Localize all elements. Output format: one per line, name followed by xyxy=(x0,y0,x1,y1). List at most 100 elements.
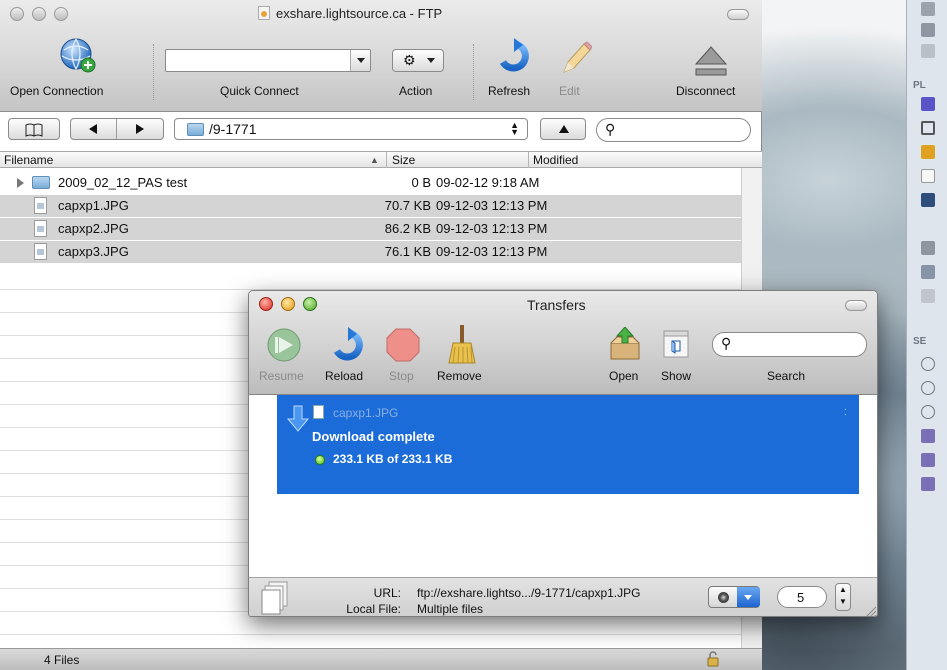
table-row[interactable]: capxp3.JPG 76.1 KB 09-12-03 12:13 PM xyxy=(0,241,741,263)
quick-connect-label: Quick Connect xyxy=(220,84,299,98)
resume-button[interactable]: Resume xyxy=(259,325,311,387)
chevron-down-icon xyxy=(427,58,435,63)
quick-connect-combobox[interactable] xyxy=(165,49,371,72)
disconnect-label: Disconnect xyxy=(676,84,736,98)
column-size[interactable]: Size xyxy=(392,153,415,167)
stop-label: Stop xyxy=(389,369,414,383)
action-menu-button[interactable]: ⚙ xyxy=(392,49,444,72)
stop-button[interactable]: Stop xyxy=(383,325,423,387)
file-size: 70.7 KB xyxy=(384,198,431,213)
back-forward-control xyxy=(70,118,164,140)
local-file-label: Local File: xyxy=(346,602,401,616)
forward-button[interactable] xyxy=(118,119,164,139)
toolbar-toggle-button[interactable] xyxy=(845,300,867,311)
file-modified: 09-12-03 12:13 PM xyxy=(436,221,548,236)
file-modified: 09-12-03 12:13 PM xyxy=(436,198,548,213)
table-row[interactable]: capxp2.JPG 86.2 KB 09-12-03 12:13 PM xyxy=(0,218,741,240)
column-separator[interactable] xyxy=(528,152,529,168)
file-list-header: Filename ▲ Size Modified xyxy=(0,151,762,168)
close-button[interactable] xyxy=(259,297,273,311)
transfer-progress: 233.1 KB of 233.1 KB xyxy=(333,452,453,466)
device-icon[interactable] xyxy=(921,44,935,58)
open-button[interactable]: Open xyxy=(605,325,645,387)
bandwidth-popup[interactable] xyxy=(708,586,760,608)
open-connection-button[interactable]: Open Connection xyxy=(8,34,138,102)
back-button[interactable] xyxy=(71,119,117,139)
pictures-icon[interactable] xyxy=(921,241,935,255)
combobox-arrow[interactable] xyxy=(350,50,370,71)
chevron-down-icon xyxy=(737,587,760,607)
disconnect-button[interactable]: Disconnect xyxy=(670,40,756,102)
column-filename[interactable]: Filename xyxy=(4,153,53,167)
stepper-down-icon[interactable]: ▼ xyxy=(839,597,847,606)
chevron-down-icon xyxy=(357,58,365,63)
toolbar-toggle-button[interactable] xyxy=(727,9,749,20)
clock-icon[interactable] xyxy=(921,357,935,371)
status-bar: 4 Files xyxy=(0,648,762,670)
document-icon xyxy=(258,6,270,20)
smart-folder-icon[interactable] xyxy=(921,429,935,443)
edit-label: Edit xyxy=(559,84,580,98)
eject-icon xyxy=(694,46,728,76)
window-title: Transfers xyxy=(527,297,586,313)
refresh-button[interactable]: Refresh xyxy=(484,36,544,102)
minimize-button[interactable] xyxy=(281,297,295,311)
transfers-search-field[interactable]: ⚲ xyxy=(712,332,867,357)
globe-icon xyxy=(60,38,96,73)
local-file-value: Multiple files xyxy=(417,602,484,616)
bookmarks-button[interactable] xyxy=(8,118,60,140)
path-popup[interactable]: /9-1771 ▲ ▼ xyxy=(174,118,528,140)
column-separator[interactable] xyxy=(386,152,387,168)
table-row[interactable]: capxp1.JPG 70.7 KB 09-12-03 12:13 PM xyxy=(0,195,741,217)
home-icon[interactable] xyxy=(921,121,935,135)
search-icon: ⚲ xyxy=(605,121,616,137)
file-name: capxp1.JPG xyxy=(58,198,129,213)
show-button[interactable]: Show xyxy=(657,325,697,387)
smart-folder-icon[interactable] xyxy=(921,477,935,491)
file-name: capxp3.JPG xyxy=(58,244,129,259)
sort-ascending-icon: ▲ xyxy=(370,155,379,165)
table-row[interactable]: 2009_02_12_PAS test 0 B 09-02-12 9:18 AM xyxy=(0,172,741,194)
minimize-button[interactable] xyxy=(32,7,46,21)
filter-search-field[interactable]: ⚲ xyxy=(596,118,751,142)
desktop-icon[interactable] xyxy=(921,97,935,111)
stepper-up-icon[interactable]: ▲ xyxy=(839,585,847,594)
drag-handle-icon[interactable]: · · xyxy=(844,405,847,420)
close-button[interactable] xyxy=(10,7,24,21)
ftp-toolbar: exshare.lightsource.ca - FTP Open Connec… xyxy=(0,0,762,112)
movies-icon[interactable] xyxy=(921,193,935,207)
zoom-button[interactable] xyxy=(54,7,68,21)
transfer-filename: capxp1.JPG xyxy=(333,406,399,420)
zoom-button[interactable] xyxy=(303,297,317,311)
documents-icon[interactable] xyxy=(921,169,935,183)
max-connections-field[interactable]: 5 xyxy=(777,586,827,608)
remove-button[interactable]: Remove xyxy=(435,325,491,387)
resize-grip-icon[interactable] xyxy=(863,604,877,617)
clock-icon[interactable] xyxy=(921,405,935,419)
downloads-icon[interactable] xyxy=(921,265,935,279)
refresh-icon xyxy=(499,38,529,72)
triangle-right-icon xyxy=(136,124,144,134)
device-icon[interactable] xyxy=(921,23,935,37)
applications-icon[interactable] xyxy=(921,145,935,159)
file-modified: 09-02-12 9:18 AM xyxy=(436,175,540,190)
parent-directory-button[interactable] xyxy=(540,118,586,140)
folder-icon[interactable] xyxy=(921,289,935,303)
transfer-info-bar: URL: ftp://exshare.lightso.../9-1771/cap… xyxy=(249,577,877,617)
row-divider xyxy=(0,634,741,635)
device-icon[interactable] xyxy=(921,2,935,16)
image-file-icon xyxy=(34,197,47,214)
connections-stepper[interactable]: ▲ ▼ xyxy=(835,583,851,611)
column-modified[interactable]: Modified xyxy=(533,153,578,167)
transfer-item[interactable]: capxp1.JPG Download complete 233.1 KB of… xyxy=(277,395,859,494)
search-for-header: SE xyxy=(913,336,927,347)
file-name: 2009_02_12_PAS test xyxy=(58,175,188,190)
lock-icon[interactable] xyxy=(706,651,720,667)
smart-folder-icon[interactable] xyxy=(921,453,935,467)
clock-icon[interactable] xyxy=(921,381,935,395)
edit-button[interactable]: Edit xyxy=(552,36,598,102)
music-icon[interactable] xyxy=(921,217,935,231)
disclosure-triangle-icon[interactable] xyxy=(17,178,24,188)
transfer-list-empty-area xyxy=(277,494,859,577)
reload-button[interactable]: Reload xyxy=(323,325,373,387)
